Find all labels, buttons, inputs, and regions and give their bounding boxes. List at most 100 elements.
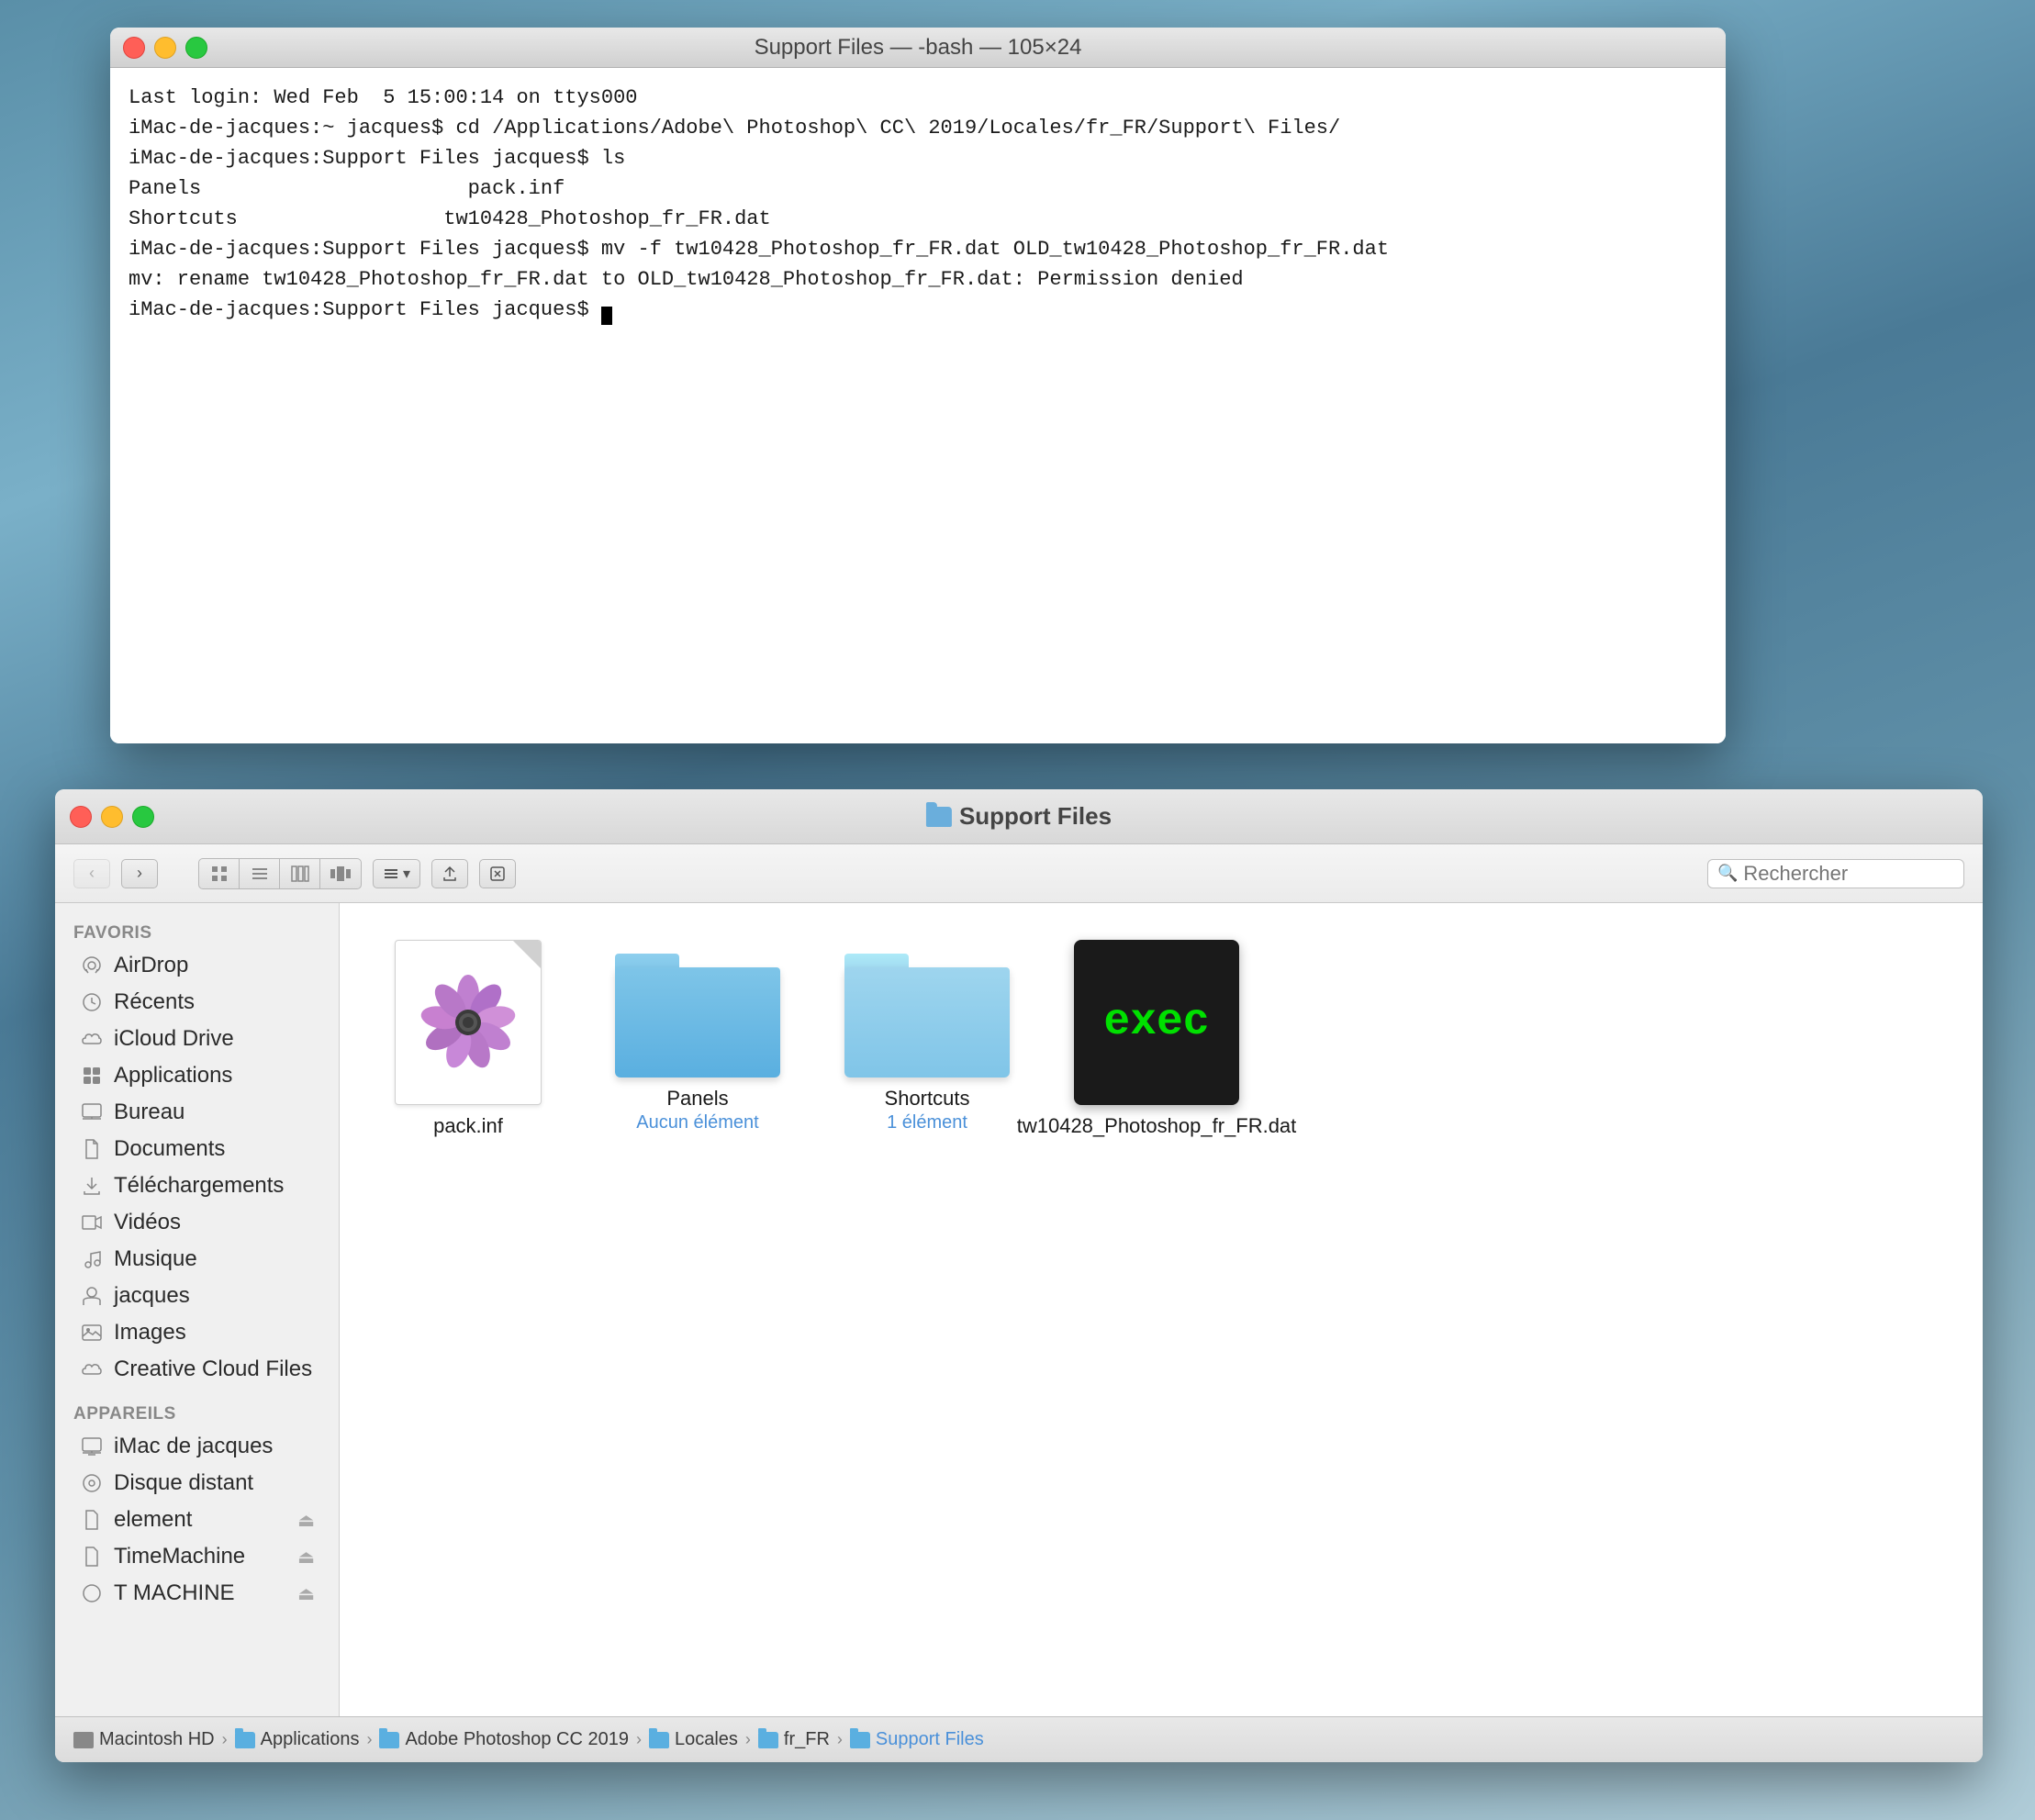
sidebar-item-creativecloud[interactable]: Creative Cloud Files	[61, 1351, 333, 1388]
file-item-shortcuts[interactable]: Shortcuts 1 élément	[826, 931, 1028, 1147]
terminal-line-3: iMac-de-jacques:Support Files jacques$ l…	[129, 143, 1707, 173]
folder-title-icon	[926, 807, 952, 827]
shortcuts-folder-icon	[844, 940, 1010, 1077]
search-box[interactable]: 🔍	[1707, 859, 1964, 888]
sidebar-item-tmachine[interactable]: T MACHINE ⏏	[61, 1575, 333, 1612]
tmachine-eject[interactable]: ⏏	[297, 1582, 315, 1605]
file-item-packinf[interactable]: pack.inf	[367, 931, 569, 1147]
finder-content: Favoris AirDrop Récents iCloud Drive	[55, 903, 1983, 1716]
disque-distant-label: Disque distant	[114, 1470, 315, 1496]
panels-name: Panels	[666, 1087, 728, 1111]
sidebar-item-images[interactable]: Images	[61, 1314, 333, 1351]
arrange-button[interactable]: ▾	[373, 859, 420, 888]
finder-window-controls	[70, 806, 154, 828]
timemachine-eject[interactable]: ⏏	[297, 1546, 315, 1569]
musique-label: Musique	[114, 1246, 315, 1272]
sidebar-item-videos[interactable]: Vidéos	[61, 1204, 333, 1241]
sidebar-item-applications[interactable]: Applications	[61, 1057, 333, 1094]
finder-close-button[interactable]	[70, 806, 92, 828]
sidebar-item-documents[interactable]: Documents	[61, 1131, 333, 1167]
finder-toolbar: ‹ › ▾	[55, 844, 1983, 903]
bc-folder-icon-1	[235, 1732, 255, 1748]
images-label: Images	[114, 1320, 315, 1345]
view-buttons	[198, 858, 362, 889]
bc-arrow-5: ›	[837, 1730, 843, 1749]
tw-dat-name: tw10428_Photoshop_fr_FR.dat	[1017, 1114, 1297, 1138]
minimize-button[interactable]	[154, 37, 176, 59]
flower-image	[413, 967, 523, 1077]
finder-statusbar: Macintosh HD › Applications › Adobe Phot…	[55, 1716, 1983, 1762]
sidebar-item-telechargements[interactable]: Téléchargements	[61, 1167, 333, 1204]
bc-arrow-3: ›	[636, 1730, 642, 1749]
finder-maximize-button[interactable]	[132, 806, 154, 828]
finder-minimize-button[interactable]	[101, 806, 123, 828]
jacques-icon	[79, 1283, 105, 1309]
sidebar-item-element[interactable]: element ⏏	[61, 1502, 333, 1538]
timemachine-label: TimeMachine	[114, 1544, 288, 1569]
search-icon: 🔍	[1717, 864, 1738, 883]
forward-button[interactable]: ›	[121, 859, 158, 888]
list-view-icon	[252, 865, 268, 882]
bc-arrow-2: ›	[366, 1730, 372, 1749]
file-item-tw-dat[interactable]: exec tw10428_Photoshop_fr_FR.dat	[1056, 931, 1258, 1147]
back-button[interactable]: ‹	[73, 859, 110, 888]
tmachine-icon	[79, 1580, 105, 1606]
sidebar-item-timemachine[interactable]: TimeMachine ⏏	[61, 1538, 333, 1575]
list-view-button[interactable]	[240, 859, 280, 888]
close-button[interactable]	[123, 37, 145, 59]
bc-folder-icon-2	[379, 1732, 399, 1748]
exec-icon: exec	[1074, 940, 1239, 1105]
sidebar-item-recents[interactable]: Récents	[61, 984, 333, 1021]
icloud-label: iCloud Drive	[114, 1026, 315, 1052]
videos-label: Vidéos	[114, 1210, 315, 1235]
terminal-title: Support Files — -bash — 105×24	[755, 35, 1082, 61]
appareils-section-title: Appareils	[55, 1399, 339, 1428]
panels-subtitle: Aucun élément	[636, 1112, 758, 1133]
creativecloud-label: Creative Cloud Files	[114, 1357, 315, 1382]
file-item-panels[interactable]: Panels Aucun élément	[597, 931, 799, 1147]
maximize-button[interactable]	[185, 37, 207, 59]
icloud-icon	[79, 1026, 105, 1052]
bc-folder-icon-4	[758, 1732, 778, 1748]
tmachine-label: T MACHINE	[114, 1580, 288, 1606]
airdrop-icon	[79, 953, 105, 978]
icon-view-button[interactable]	[199, 859, 240, 888]
share-button[interactable]	[431, 859, 468, 888]
breadcrumb-locales[interactable]: Locales	[649, 1729, 738, 1750]
terminal-body[interactable]: Last login: Wed Feb 5 15:00:14 on ttys00…	[110, 68, 1726, 743]
sidebar-item-jacques[interactable]: jacques	[61, 1278, 333, 1314]
shortcuts-folder-body	[844, 967, 1010, 1077]
telechargements-icon	[79, 1173, 105, 1199]
sidebar-item-musique[interactable]: Musique	[61, 1241, 333, 1278]
disque-distant-icon	[79, 1470, 105, 1496]
search-input[interactable]	[1743, 862, 1954, 886]
arrange-icon	[383, 865, 399, 882]
sidebar-item-icloud[interactable]: iCloud Drive	[61, 1021, 333, 1057]
musique-icon	[79, 1246, 105, 1272]
terminal-line-8: iMac-de-jacques:Support Files jacques$	[129, 295, 1707, 325]
sidebar-item-imac[interactable]: iMac de jacques	[61, 1428, 333, 1465]
window-controls	[123, 37, 207, 59]
breadcrumb-hd[interactable]: Macintosh HD	[73, 1729, 215, 1750]
breadcrumb-supportfiles[interactable]: Support Files	[850, 1729, 984, 1750]
recents-label: Récents	[114, 989, 315, 1015]
element-eject[interactable]: ⏏	[297, 1509, 315, 1532]
column-view-button[interactable]	[280, 859, 320, 888]
imac-label: iMac de jacques	[114, 1434, 315, 1459]
tag-button[interactable]	[479, 859, 516, 888]
documents-icon	[79, 1136, 105, 1162]
terminal-line-5: Shortcuts tw10428_Photoshop_fr_FR.dat	[129, 204, 1707, 234]
hd-label: Macintosh HD	[99, 1729, 215, 1750]
terminal-line-4: Panels pack.inf	[129, 173, 1707, 204]
sidebar-item-disque-distant[interactable]: Disque distant	[61, 1465, 333, 1502]
applications-icon	[79, 1063, 105, 1089]
gallery-view-button[interactable]	[320, 859, 361, 888]
breadcrumb-photoshop[interactable]: Adobe Photoshop CC 2019	[379, 1729, 629, 1750]
breadcrumb-applications[interactable]: Applications	[235, 1729, 360, 1750]
icon-view-icon	[211, 865, 228, 882]
sidebar-item-bureau[interactable]: Bureau	[61, 1094, 333, 1131]
sidebar-item-airdrop[interactable]: AirDrop	[61, 947, 333, 984]
breadcrumb-frfr[interactable]: fr_FR	[758, 1729, 830, 1750]
hd-icon	[73, 1732, 94, 1748]
bc-folder-icon-5	[850, 1732, 870, 1748]
